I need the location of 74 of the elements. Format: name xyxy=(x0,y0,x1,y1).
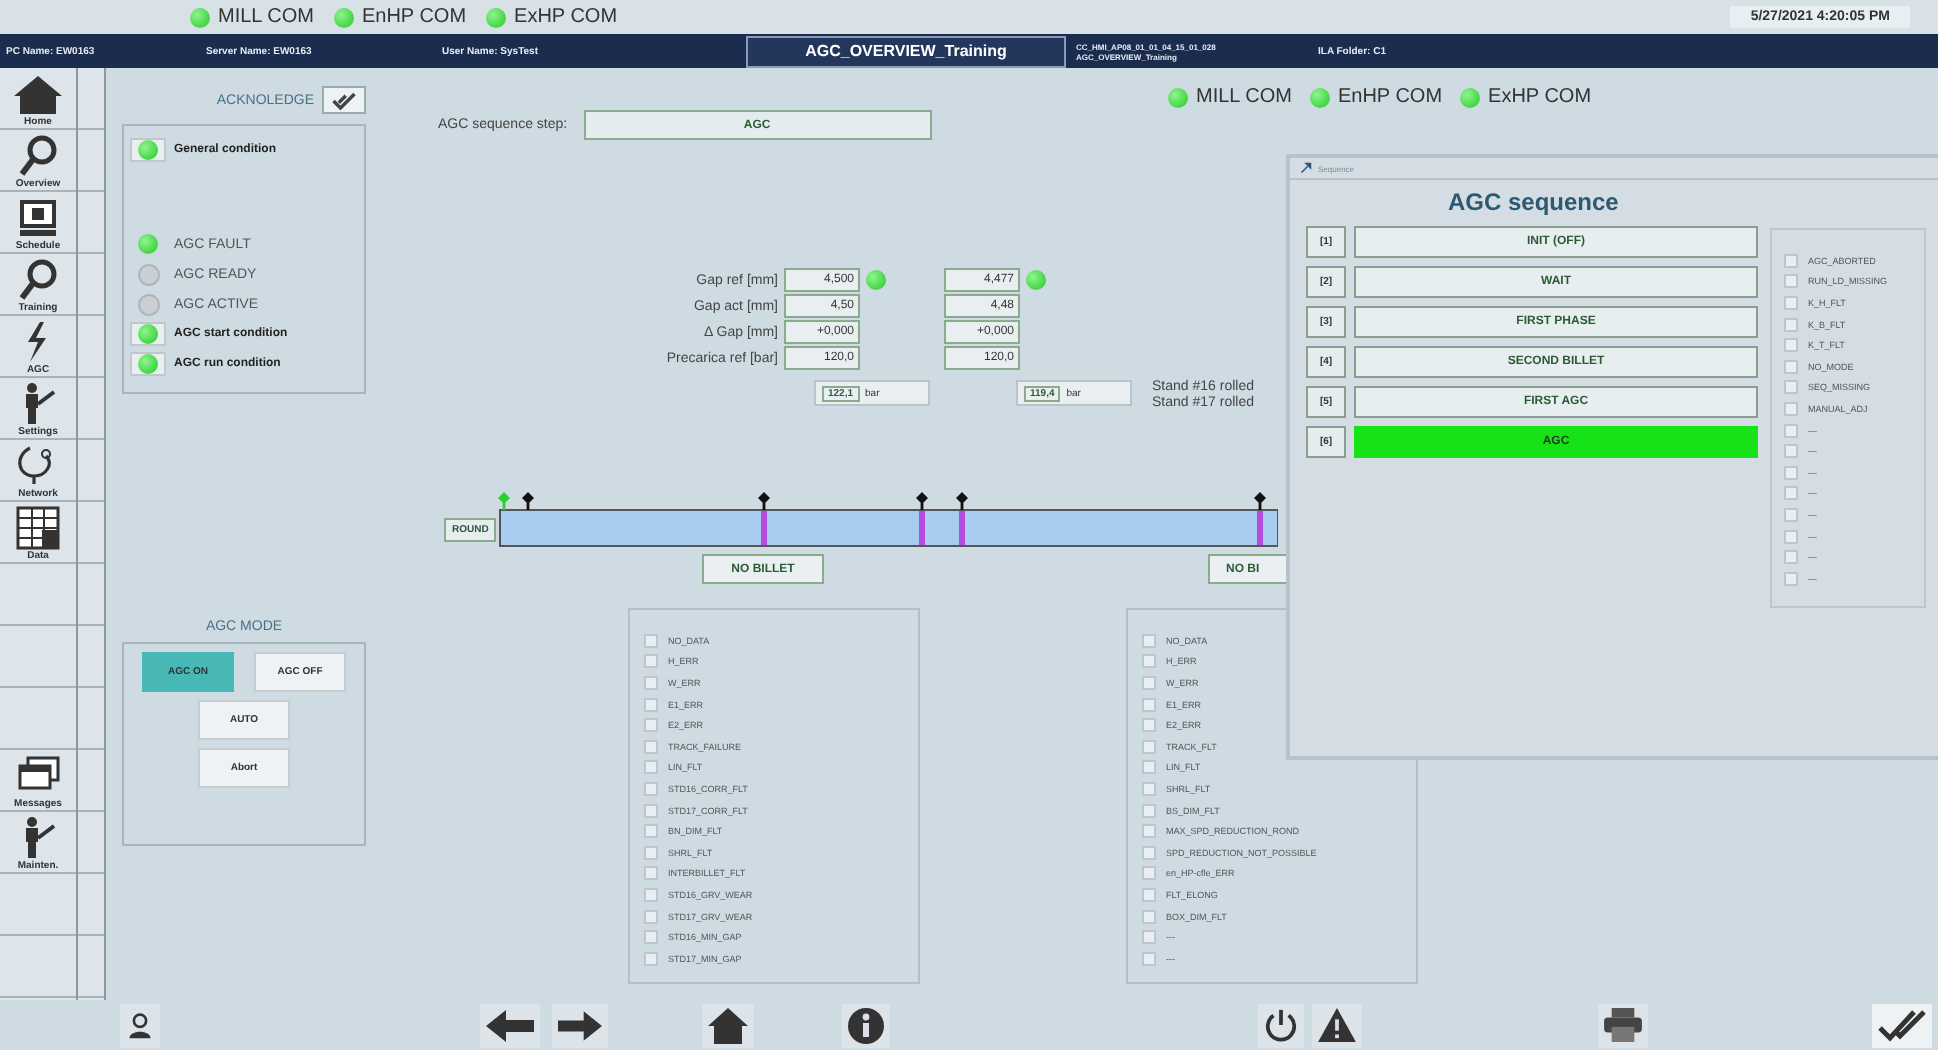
status-label: MILL COM xyxy=(1196,86,1292,108)
position-marker xyxy=(758,492,771,545)
checkbox[interactable] xyxy=(1784,550,1798,565)
checkbox[interactable] xyxy=(644,697,658,712)
checkbox[interactable] xyxy=(1784,507,1798,522)
checkbox[interactable] xyxy=(1142,930,1156,945)
check-icon xyxy=(330,91,358,109)
warning-icon[interactable] xyxy=(1312,1003,1362,1047)
checkbox[interactable] xyxy=(644,654,658,669)
position-marker xyxy=(1254,492,1267,545)
status-label: ExHP COM xyxy=(514,6,618,28)
checkbox[interactable] xyxy=(1142,718,1156,733)
checkbox[interactable] xyxy=(1142,824,1156,839)
status-label: EnHP COM xyxy=(1337,86,1443,108)
checkbox[interactable] xyxy=(1142,887,1156,902)
checkbox[interactable] xyxy=(644,803,658,818)
position-marker xyxy=(498,492,511,510)
back-arrow-icon[interactable] xyxy=(480,1003,540,1047)
checkbox[interactable] xyxy=(1142,654,1156,669)
checkbox[interactable] xyxy=(1784,486,1798,501)
checkbox[interactable] xyxy=(1784,380,1798,395)
checkbox[interactable] xyxy=(644,760,658,775)
checkbox[interactable] xyxy=(1784,571,1798,586)
checkbox[interactable] xyxy=(644,866,658,881)
home-icon xyxy=(10,71,66,115)
checkbox[interactable] xyxy=(644,930,658,945)
position-marker xyxy=(956,492,969,545)
checkbox[interactable] xyxy=(1784,423,1798,438)
checkbox[interactable] xyxy=(644,887,658,902)
checkbox[interactable] xyxy=(1142,675,1156,690)
checkbox[interactable] xyxy=(644,675,658,690)
checkbox[interactable] xyxy=(1142,951,1156,966)
double-check-icon[interactable] xyxy=(1872,1003,1932,1047)
checkbox[interactable] xyxy=(1784,444,1798,459)
checkbox[interactable] xyxy=(1784,274,1798,289)
checkbox[interactable] xyxy=(1784,317,1798,332)
checkbox[interactable] xyxy=(644,718,658,733)
checkbox[interactable] xyxy=(1784,253,1798,268)
checkbox[interactable] xyxy=(644,739,658,754)
checkbox[interactable] xyxy=(1784,465,1798,480)
home-icon[interactable] xyxy=(702,1003,754,1047)
checkbox[interactable] xyxy=(644,909,658,924)
checkbox[interactable] xyxy=(1784,295,1798,310)
bolt-icon xyxy=(26,319,50,363)
checkbox[interactable] xyxy=(1142,633,1156,648)
position-marker xyxy=(522,492,535,510)
checkbox[interactable] xyxy=(1142,845,1156,860)
checkbox[interactable] xyxy=(644,781,658,796)
checkbox[interactable] xyxy=(1142,739,1156,754)
power-icon[interactable] xyxy=(1258,1003,1304,1047)
printer-icon[interactable] xyxy=(1598,1003,1648,1047)
checkbox[interactable] xyxy=(1142,803,1156,818)
position-marker xyxy=(916,492,929,545)
checkbox[interactable] xyxy=(1142,760,1156,775)
status-label: MILL COM xyxy=(218,6,314,28)
checkbox[interactable] xyxy=(1784,359,1798,374)
checkbox[interactable] xyxy=(1142,781,1156,796)
status-label: EnHP COM xyxy=(361,6,467,28)
user-icon[interactable] xyxy=(120,1003,160,1047)
checkbox[interactable] xyxy=(1142,697,1156,712)
checkbox[interactable] xyxy=(1784,338,1798,353)
checkbox[interactable] xyxy=(1142,909,1156,924)
checkbox[interactable] xyxy=(1142,866,1156,881)
checkbox[interactable] xyxy=(1784,401,1798,416)
checkbox[interactable] xyxy=(644,633,658,648)
sequence-heading: AGC sequence xyxy=(1448,188,1621,216)
status-label: ExHP COM xyxy=(1488,86,1592,108)
acknowledge-button[interactable] xyxy=(322,86,366,114)
info-icon[interactable] xyxy=(842,1003,890,1047)
checkbox[interactable] xyxy=(644,951,658,966)
checkbox[interactable] xyxy=(1784,529,1798,544)
checkbox[interactable] xyxy=(644,845,658,860)
checkbox[interactable] xyxy=(644,824,658,839)
screen-title: AGC_OVERVIEW_Training xyxy=(746,35,1066,67)
